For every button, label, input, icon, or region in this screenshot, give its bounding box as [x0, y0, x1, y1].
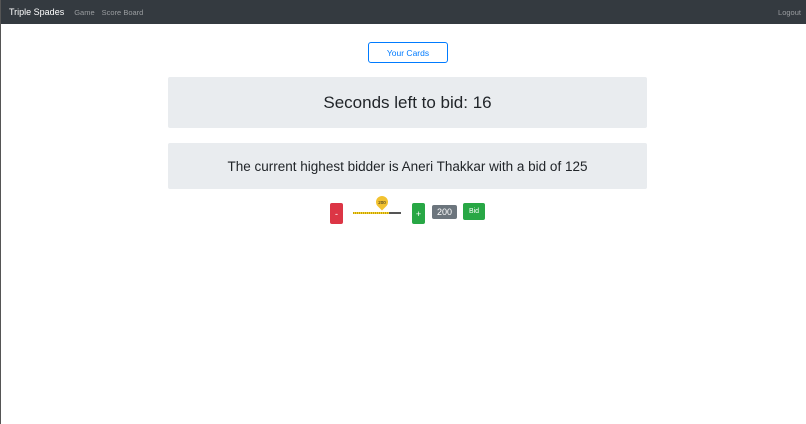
nav-link-score-board[interactable]: Score Board	[102, 8, 144, 17]
current-bid-badge: 200	[432, 205, 457, 219]
bid-slider-track-remaining	[389, 212, 401, 214]
bid-slider-value-label: 200	[378, 199, 386, 205]
increase-bid-button[interactable]: +	[412, 203, 425, 224]
nav-link-game[interactable]: Game	[74, 8, 94, 17]
highest-bidder-panel: The current highest bidder is Aneri Thak…	[168, 143, 647, 189]
logout-link[interactable]: Logout	[778, 8, 801, 17]
bid-slider[interactable]: 200	[351, 193, 403, 219]
decrease-bid-button[interactable]: -	[330, 203, 343, 224]
bid-timer-text: Seconds left to bid: 16	[323, 92, 492, 112]
bid-button[interactable]: Bid	[463, 203, 485, 220]
your-cards-button[interactable]: Your Cards	[368, 42, 448, 63]
bid-timer-panel: Seconds left to bid: 16	[168, 77, 647, 128]
highest-bidder-text: The current highest bidder is Aneri Thak…	[227, 158, 588, 174]
brand-link[interactable]: Triple Spades	[9, 7, 64, 17]
navbar: Triple Spades Game Score Board Logout	[1, 0, 806, 24]
